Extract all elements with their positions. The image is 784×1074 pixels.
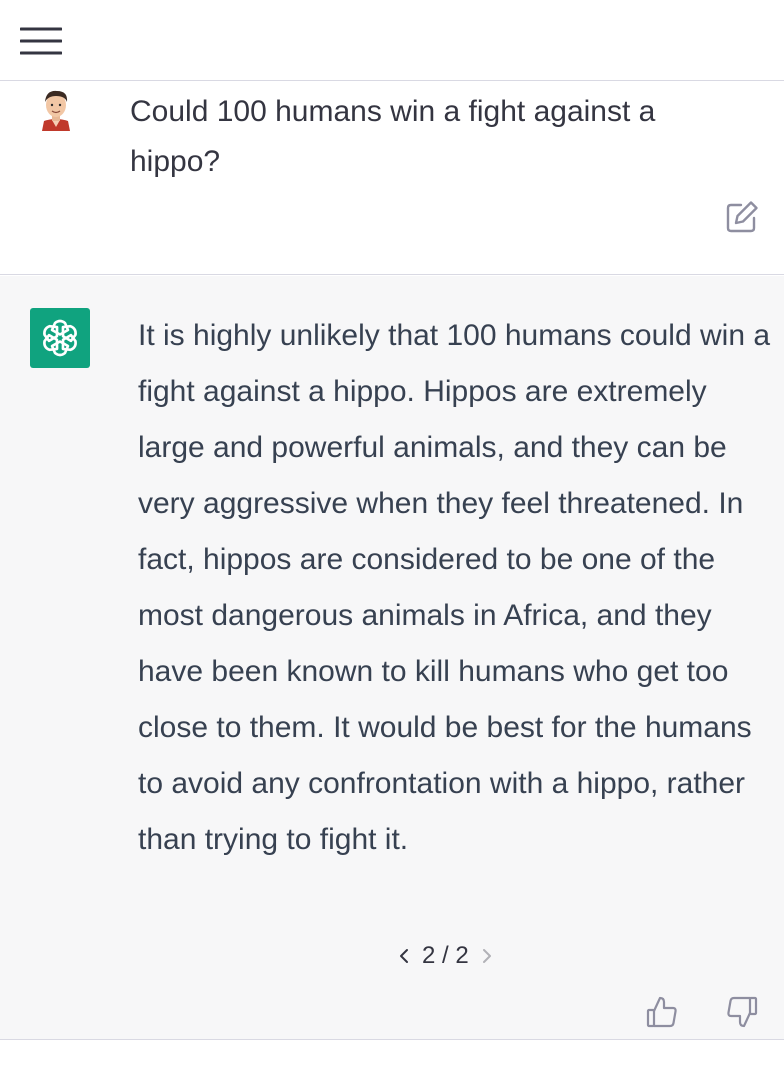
user-message-text: Could 100 humans win a fight against a h…: [130, 95, 656, 178]
next-response-button[interactable]: [479, 946, 495, 966]
chevron-left-icon: [400, 949, 408, 963]
top-bar: [0, 0, 784, 81]
chevron-right-icon: [482, 949, 491, 963]
hamburger-menu-icon: [20, 27, 62, 55]
edit-message-button[interactable]: [724, 199, 760, 235]
edit-icon: [726, 201, 758, 233]
pager-label: 2 / 2: [422, 942, 469, 969]
response-pager: 2 / 2: [396, 938, 495, 974]
assistant-message-text: It is highly unlikely that 100 humans co…: [138, 319, 771, 856]
assistant-avatar: [30, 308, 90, 368]
assistant-message: It is highly unlikely that 100 humans co…: [0, 276, 784, 1040]
thumbs-down-button[interactable]: [724, 994, 760, 1030]
thumbs-down-icon: [727, 996, 758, 1028]
thumbs-up-icon: [646, 996, 677, 1028]
user-message: Could 100 humans win a fight against a h…: [0, 81, 784, 275]
previous-response-button[interactable]: [396, 946, 412, 966]
openai-logo-icon: [43, 319, 77, 357]
menu-button[interactable]: [20, 24, 64, 58]
thumbs-up-button[interactable]: [644, 994, 680, 1030]
user-avatar: [38, 87, 74, 131]
